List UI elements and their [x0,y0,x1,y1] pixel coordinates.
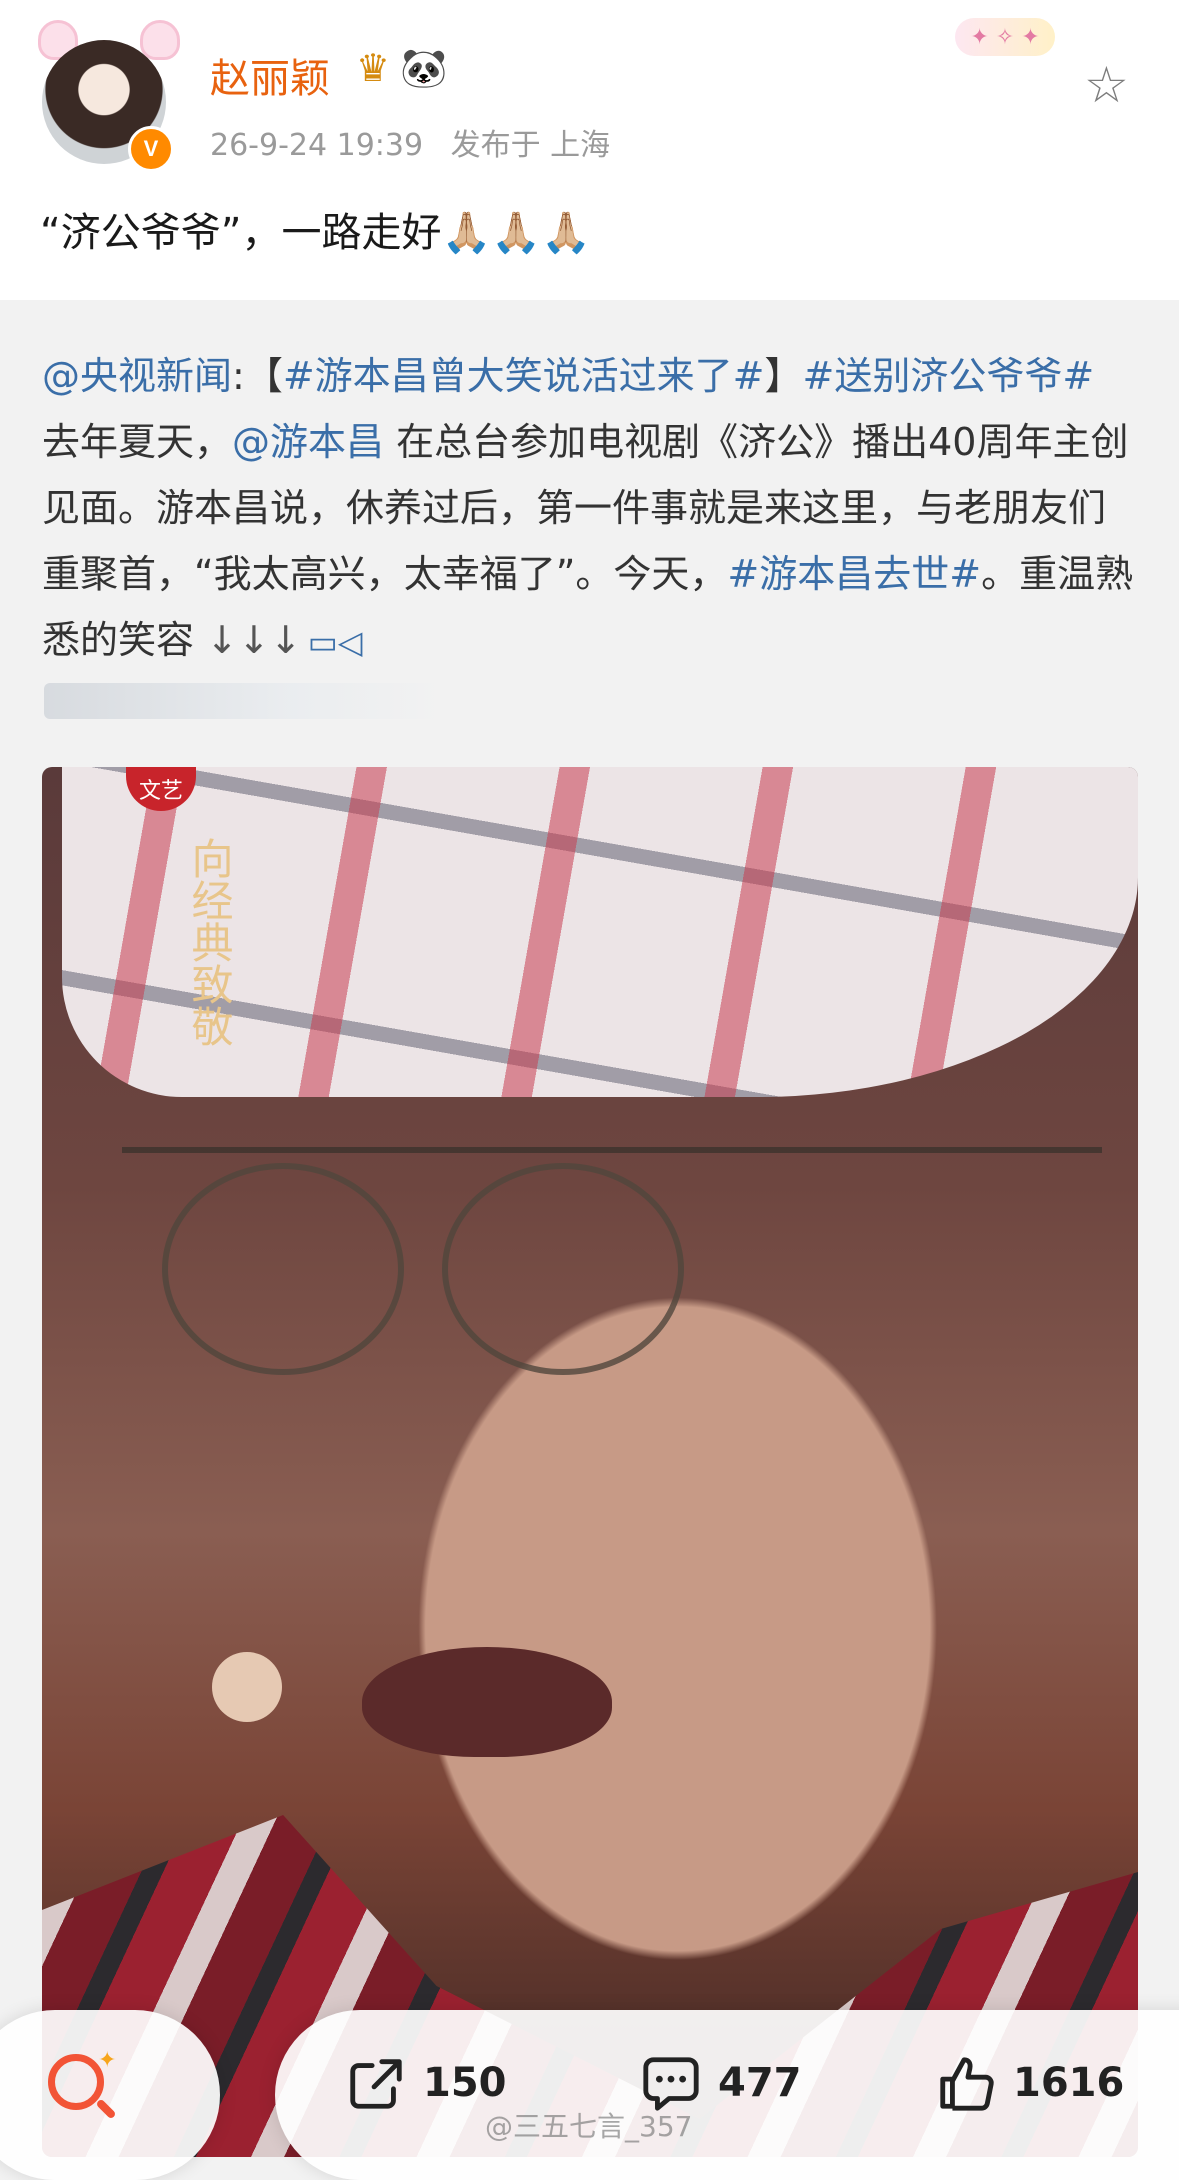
avatar[interactable]: V [36,20,186,172]
mention-link[interactable]: @央视新闻 [42,354,232,398]
post-meta: 26-9-24 19:39 发布于 上海 [210,120,610,164]
repost-text: @央视新闻:【#游本昌曾大笑说活过来了#】#送别济公爷爷# 去年夏天，@游本昌 … [42,343,1142,675]
share-icon [350,2059,402,2109]
program-logo: 向经典致敬 [185,837,234,1047]
username[interactable]: 赵丽颖 [210,46,330,104]
location-prefix: 发布于 [450,128,541,163]
bunny-ear-decoration [140,20,180,60]
mouth [362,1647,612,1757]
user-badges: ♛ 🐼 [356,46,447,91]
panda-icon: 🐼 [400,46,448,90]
post-text: “济公爷爷”，一路走好🙏🏼🙏🏼🙏🏼 [40,210,591,256]
search-icon [48,2054,104,2110]
mention-link[interactable]: @游本昌 [232,420,384,464]
down-arrows: ↓↓↓ [206,618,302,662]
video-thumbnail[interactable]: 文艺 向经典致敬 [42,767,1138,2157]
microphone [212,1652,282,1722]
video-link-icon[interactable]: ▭◁ [308,623,363,661]
decoration-sticker-icon: ✦ ✧ ✦ [955,18,1055,56]
post-date: 26-9-24 19:39 [210,128,424,163]
post-actions: 150 477 1616 [275,2010,1179,2180]
like-count: 1616 [1013,2060,1125,2106]
blurred-link-text [44,683,444,719]
colon: : [232,354,245,398]
hashtag-link[interactable]: #游本昌去世# [727,552,981,596]
glasses-lens [162,1163,404,1375]
like-button[interactable]: 1616 [935,2052,1124,2114]
hashtag-link[interactable]: #游本昌曾大笑说活过来了# [283,354,765,398]
bracket-close: 】 [764,354,803,398]
post-header: V 赵丽颖 ♛ 🐼 26-9-24 19:39 发布于 上海 ✦ ✧ ✦ ☆ “… [0,0,1179,300]
glasses [122,1147,1102,1375]
search-button[interactable]: ✦ [0,2010,220,2180]
crown-vip-icon: ♛ [356,46,391,90]
bracket-open: 【 [244,354,283,398]
sparkle-icon: ✦ [98,2048,117,2073]
watermark: @三五七言_357 [485,2110,693,2143]
comment-count: 477 [718,2060,802,2106]
glasses-lens [442,1163,684,1375]
reposted-content[interactable]: @央视新闻:【#游本昌曾大笑说活过来了#】#送别济公爷爷# 去年夏天，@游本昌 … [0,305,1179,2157]
repost-count: 150 [423,2060,507,2106]
post-location: 上海 [550,128,611,163]
hashtag-link[interactable]: #送别济公爷爷# [803,354,1095,398]
repost-button[interactable]: 150 [345,2052,507,2114]
thumbs-up-icon [940,2057,994,2111]
verified-badge-icon: V [128,126,174,172]
repost-text-part: 去年夏天， [42,420,233,464]
favorite-star-icon[interactable]: ☆ [1084,56,1129,114]
